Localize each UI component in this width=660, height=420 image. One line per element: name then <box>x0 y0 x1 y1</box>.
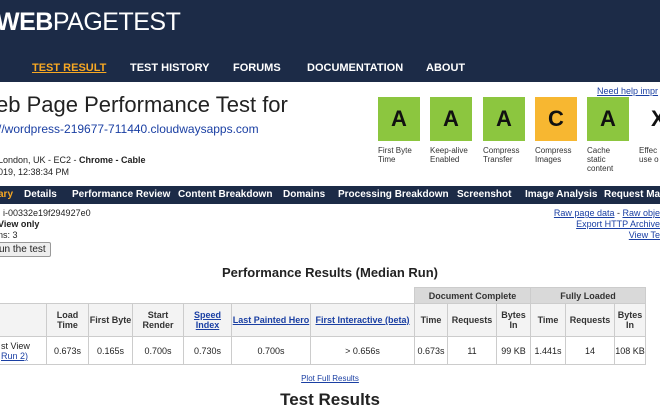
grade-cache-static[interactable]: A <box>587 97 629 141</box>
nav-forums[interactable]: FORUMS <box>233 62 281 74</box>
row-label: st View Run 2) <box>0 336 47 365</box>
table-row: st View Run 2) 0.673s 0.165s 0.700s 0.730… <box>0 336 646 365</box>
tested-url[interactable]: //wordpress-219677-711440.cloudwaysapps.… <box>0 122 259 136</box>
grade-keep-alive[interactable]: A <box>430 97 472 141</box>
cell-doc-bytes: 99 KB <box>496 336 531 365</box>
col-speed-index[interactable]: Speed Index <box>194 310 221 330</box>
performance-results-heading: Performance Results (Median Run) <box>222 265 438 280</box>
subnav-processing-breakdown[interactable]: Processing Breakdown <box>338 189 449 200</box>
grade-first-byte[interactable]: A <box>378 97 420 141</box>
col-first-interactive[interactable]: First Interactive (beta) <box>315 315 409 325</box>
export-links: Raw page data - Raw obje Export HTTP Arc… <box>553 208 660 240</box>
subnav-content-breakdown[interactable]: Content Breakdown <box>178 189 272 200</box>
col-first-byte: First Byte <box>88 303 133 337</box>
nav-test-history[interactable]: TEST HISTORY <box>130 62 209 74</box>
cell-doc-time: 0.673s <box>414 336 448 365</box>
grade-label-keep-alive: Keep-alive Enabled <box>430 146 468 164</box>
col-doc-bytes: Bytes In <box>496 303 531 337</box>
nav-about[interactable]: ABOUT <box>426 62 465 74</box>
test-meta: : i-00332e19f294927e0 View only ns: 3 <box>0 208 91 241</box>
view-mode: View only <box>0 219 40 229</box>
logo-bold: WEB <box>0 8 53 36</box>
col-load-time: Load Time <box>46 303 89 337</box>
grade-label-effective-cdn: Effec use o <box>639 146 659 164</box>
subnav-screenshot[interactable]: Screenshot <box>457 189 511 200</box>
subnav-request-map[interactable]: Request Ma <box>604 189 660 200</box>
fully-loaded-header: Fully Loaded <box>530 287 646 304</box>
webpagetest-logo[interactable]: WEBPAGETEST <box>0 8 181 37</box>
result-subnav: ary Details Performance Review Content B… <box>0 186 660 204</box>
subnav-performance-review[interactable]: Performance Review <box>72 189 170 200</box>
subnav-details[interactable]: Details <box>24 189 57 200</box>
grade-compress-transfer[interactable]: A <box>483 97 525 141</box>
grade-compress-images[interactable]: C <box>535 97 577 141</box>
test-location: London, UK - EC2 - Chrome - Cable 019, 12… <box>0 155 146 177</box>
cell-full-bytes: 108 KB <box>614 336 646 365</box>
subnav-summary[interactable]: ary <box>0 189 13 200</box>
raw-page-data-link[interactable]: Raw page data <box>554 208 615 218</box>
runs-count: ns: 3 <box>0 230 18 240</box>
cell-start-render: 0.700s <box>132 336 184 365</box>
col-last-painted-hero[interactable]: Last Painted Hero <box>233 315 310 325</box>
cell-first-byte: 0.165s <box>88 336 133 365</box>
grade-effective-cdn[interactable]: X <box>639 97 660 141</box>
cell-load-time: 0.673s <box>46 336 89 365</box>
view-test-link[interactable]: View Te <box>629 230 660 240</box>
cell-doc-requests: 11 <box>447 336 497 365</box>
raw-object-data-link[interactable]: Raw obje <box>622 208 660 218</box>
site-header: WEBPAGETEST TEST RESULT TEST HISTORY FOR… <box>0 0 660 82</box>
col-full-bytes: Bytes In <box>614 303 646 337</box>
grade-label-first-byte: First Byte Time <box>378 146 412 164</box>
grade-label-compress-transfer: Compress Transfer <box>483 146 520 164</box>
grade-label-cache-static: Cache static content <box>587 146 614 173</box>
col-doc-requests: Requests <box>447 303 497 337</box>
cell-first-interactive: > 0.656s <box>310 336 415 365</box>
subnav-domains[interactable]: Domains <box>283 189 325 200</box>
doc-complete-header: Document Complete <box>414 287 531 304</box>
cell-full-requests: 14 <box>565 336 615 365</box>
need-help-link[interactable]: Need help impr <box>597 86 658 96</box>
run-2-link[interactable]: Run 2) <box>1 351 28 361</box>
test-results-heading: Test Results <box>280 390 380 409</box>
performance-results-table: Document Complete Fully Loaded Load Time… <box>0 287 646 365</box>
grade-label-compress-images: Compress Images <box>535 146 572 164</box>
col-doc-time: Time <box>414 303 448 337</box>
logo-rest: PAGETEST <box>52 8 181 36</box>
col-start-render: Start Render <box>132 303 184 337</box>
subnav-image-analysis[interactable]: Image Analysis <box>525 189 597 200</box>
cell-full-time: 1.441s <box>530 336 566 365</box>
rerun-test-button[interactable]: un the test <box>0 242 51 257</box>
nav-test-result[interactable]: TEST RESULT <box>32 62 106 74</box>
export-har-link[interactable]: Export HTTP Archive <box>576 219 660 229</box>
col-full-requests: Requests <box>565 303 615 337</box>
instance-id: : i-00332e19f294927e0 <box>0 208 91 218</box>
plot-full-results-link[interactable]: Plot Full Results <box>301 374 359 383</box>
col-full-time: Time <box>530 303 566 337</box>
cell-speed-index: 0.730s <box>183 336 232 365</box>
cell-last-painted: 0.700s <box>231 336 311 365</box>
nav-documentation[interactable]: DOCUMENTATION <box>307 62 403 74</box>
page-title: eb Page Performance Test for <box>0 92 288 117</box>
